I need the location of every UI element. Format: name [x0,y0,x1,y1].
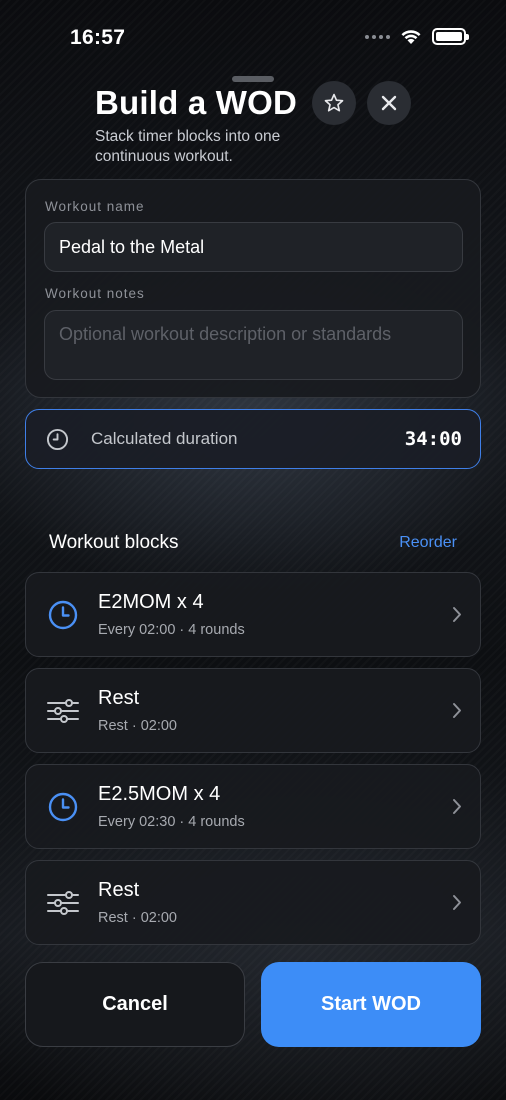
close-icon [381,95,397,111]
block-detail: Every 02:30 · 4 rounds [98,814,245,830]
workout-notes-input[interactable]: Optional workout description or standard… [44,310,463,380]
block-detail: Every 02:00 · 4 rounds [98,622,245,638]
wifi-icon [401,30,421,44]
workout-name-input[interactable]: Pedal to the Metal [44,222,463,272]
calculated-duration: Calculated duration 34:00 [25,409,481,469]
status-icons [365,28,469,45]
chevron-right-icon [453,607,461,622]
timer-icon [48,600,78,630]
workout-notes-label: Workout notes [45,286,145,301]
chevron-right-icon [453,703,461,718]
page-subtitle: Stack timer blocks into one continuous w… [95,128,281,165]
workout-block-item[interactable]: E2.5MOM x 4 Every 02:30 · 4 rounds [25,764,481,849]
close-button[interactable] [367,81,411,125]
workout-block-item[interactable]: Rest Rest · 02:00 [25,860,481,945]
chevron-right-icon [453,895,461,910]
block-name: Rest [98,879,140,901]
page-title: Build a WOD [95,84,298,121]
workout-notes-placeholder: Optional workout description or standard… [59,324,392,344]
clock-icon [46,428,69,451]
cellular-signal-icon [365,34,390,39]
cancel-button[interactable]: Cancel [25,962,245,1047]
sliders-icon [47,891,79,915]
block-name: E2.5MOM x 4 [98,783,221,805]
timer-icon [48,792,78,822]
workout-block-item[interactable]: E2MOM x 4 Every 02:00 · 4 rounds [25,572,481,657]
star-icon [324,93,344,112]
start-wod-button[interactable]: Start WOD [261,962,481,1047]
block-name: E2MOM x 4 [98,591,204,613]
sheet-grabber[interactable] [232,76,274,82]
sliders-icon [47,699,79,723]
workout-name-value: Pedal to the Metal [59,236,205,257]
workout-blocks-heading: Workout blocks [49,532,179,553]
favorite-button[interactable] [312,81,356,125]
block-detail: Rest · 02:00 [98,910,177,926]
reorder-button[interactable]: Reorder [399,534,457,552]
workout-name-label: Workout name [45,199,145,214]
block-name: Rest [98,687,140,709]
battery-icon [432,28,469,45]
status-time: 16:57 [70,26,126,49]
workout-form-card: Workout name Pedal to the Metal Workout … [25,179,481,398]
duration-value: 34:00 [404,428,462,450]
duration-label: Calculated duration [91,429,238,448]
workout-block-item[interactable]: Rest Rest · 02:00 [25,668,481,753]
block-detail: Rest · 02:00 [98,718,177,734]
chevron-right-icon [453,799,461,814]
